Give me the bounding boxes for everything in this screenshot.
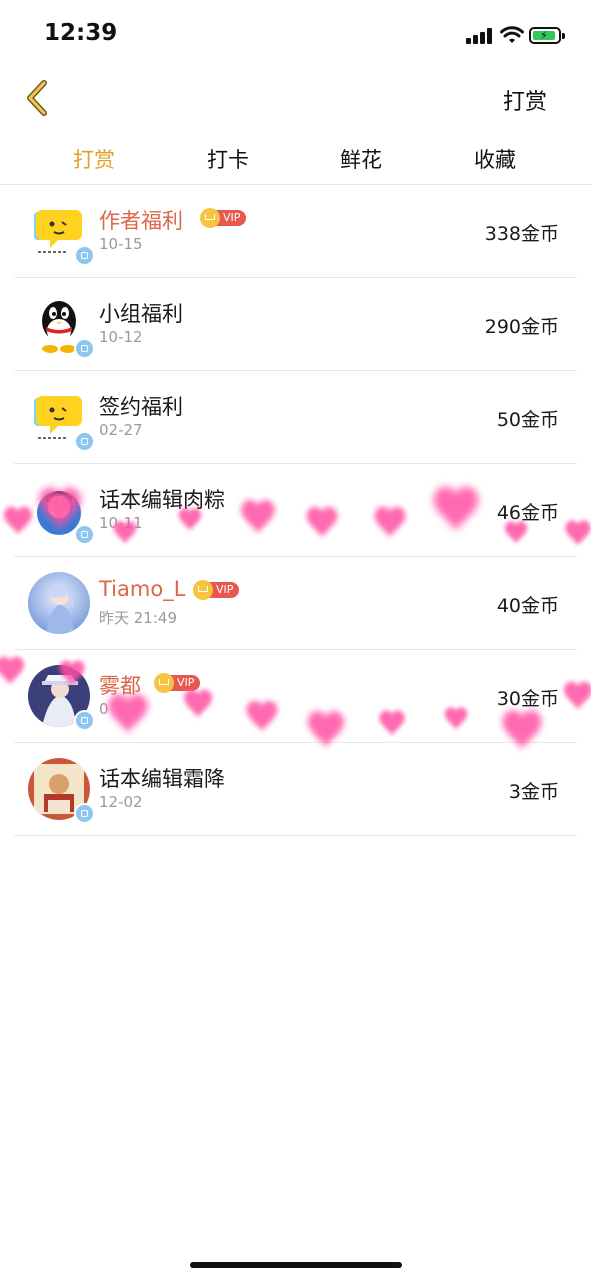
reward-date: 10-12 (99, 328, 143, 346)
row-divider (14, 835, 577, 836)
tab-favorites[interactable]: 收藏 (455, 144, 535, 174)
crown-icon (193, 580, 213, 600)
tab-reward[interactable]: 打赏 (54, 144, 134, 174)
tab-bar: 打赏 打卡 鲜花 收藏 (0, 134, 591, 184)
official-badge-icon (74, 803, 95, 824)
cellular-signal-icon (466, 28, 494, 44)
back-chevron-icon[interactable] (20, 78, 54, 118)
official-badge-icon (74, 710, 95, 731)
list-item[interactable]: 话本编辑肉粽 10-11 46金币 (0, 464, 591, 557)
reward-list: 作者福利 VIP 10-15 338金币 小组福利 10-12 290金币 签约… (0, 185, 591, 836)
reward-date: 0 (99, 700, 109, 718)
home-indicator[interactable] (190, 1262, 402, 1268)
coin-amount: 30金币 (496, 688, 559, 710)
user-name: Tiamo_L (99, 577, 186, 601)
user-name: 作者福利 (99, 209, 183, 233)
avatar (28, 572, 90, 634)
coin-amount: 3金币 (508, 781, 559, 803)
status-time: 12:39 (44, 20, 118, 46)
list-item[interactable]: 雾都 VIP 0 30金币 (0, 650, 591, 743)
list-item[interactable]: Tiamo_L VIP 昨天 21:49 40金币 (0, 557, 591, 650)
tab-flowers[interactable]: 鲜花 (321, 144, 401, 174)
user-name: 雾都 (99, 674, 141, 698)
official-badge-icon (74, 245, 95, 266)
tab-checkin[interactable]: 打卡 (188, 144, 268, 174)
vip-badge: VIP (154, 673, 201, 693)
user-name: 小组福利 (99, 302, 183, 326)
crown-icon (154, 673, 174, 693)
coin-amount: 46金币 (496, 502, 559, 524)
coin-amount: 40金币 (496, 595, 559, 617)
battery-icon: ⚡ (529, 27, 565, 44)
list-item[interactable]: 签约福利 02-27 50金币 (0, 371, 591, 464)
wifi-icon (500, 26, 524, 43)
crown-icon (200, 208, 220, 228)
user-name: 签约福利 (99, 395, 183, 419)
vip-badge: VIP (200, 208, 247, 228)
reward-date: 02-27 (99, 421, 143, 439)
official-badge-icon (74, 338, 95, 359)
list-item[interactable]: 话本编辑霜降 12-02 3金币 (0, 743, 591, 836)
official-badge-icon (74, 524, 95, 545)
coin-amount: 290金币 (484, 316, 559, 338)
status-bar: 12:39 ⚡ (0, 0, 591, 70)
navigation-bar: 打赏 (0, 70, 591, 132)
coin-amount: 338金币 (484, 223, 559, 245)
reward-nav-button[interactable]: 打赏 (503, 84, 547, 116)
reward-date: 12-02 (99, 793, 143, 811)
reward-date: 昨天 21:49 (99, 609, 177, 627)
user-name: 话本编辑霜降 (99, 767, 225, 791)
user-name: 话本编辑肉粽 (99, 488, 225, 512)
vip-badge: VIP (193, 580, 240, 600)
list-item[interactable]: 作者福利 VIP 10-15 338金币 (0, 185, 591, 278)
official-badge-icon (74, 431, 95, 452)
reward-date: 10-15 (99, 235, 143, 253)
reward-date: 10-11 (99, 514, 143, 532)
list-item[interactable]: 小组福利 10-12 290金币 (0, 278, 591, 371)
coin-amount: 50金币 (496, 409, 559, 431)
